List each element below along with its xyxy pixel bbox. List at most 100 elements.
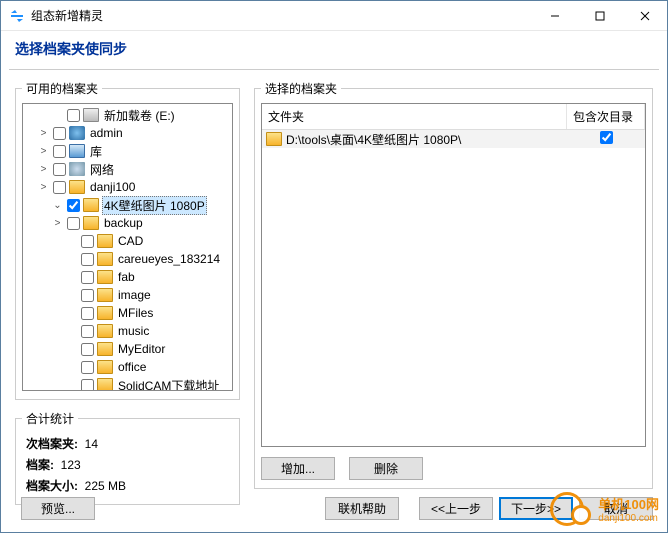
tree-item-label: fab [116,270,137,284]
wizard-header: 选择档案夹使同步 [1,31,667,69]
folder-icon [69,162,85,176]
folder-icon [97,252,113,266]
tree-item[interactable]: SolidCAM下载地址 [23,376,232,391]
tree-item[interactable]: careueyes_183214 [23,250,232,268]
expand-icon[interactable]: > [37,164,50,175]
tree-item-label: 4K壁纸图片 1080P [102,196,207,215]
tree-checkbox[interactable] [81,361,94,374]
tree-item[interactable]: > backup [23,214,232,232]
selected-folders-panel: 选择的档案夹 文件夹 包含次目录 D:\tools\桌面\4K壁纸图片 1080… [254,80,653,489]
folder-tree[interactable]: 新加载卷 (E:)>admin>库>网络>danji100⌄4K壁纸图片 108… [22,103,233,391]
stat-size-value: 225 MB [85,479,126,493]
tree-item[interactable]: music [23,322,232,340]
expand-icon[interactable]: > [37,128,50,139]
folder-icon [97,288,113,302]
selected-folders-list[interactable]: 文件夹 包含次目录 D:\tools\桌面\4K壁纸图片 1080P\ [261,103,646,447]
tree-item-label: MFiles [116,306,155,320]
list-header: 文件夹 包含次目录 [262,104,645,130]
col-folder[interactable]: 文件夹 [262,104,567,129]
tree-item-label: 网络 [88,161,116,178]
tree-checkbox[interactable] [81,379,94,392]
folder-icon [83,108,99,122]
tree-item[interactable]: >库 [23,142,232,160]
expand-icon[interactable]: ⌄ [51,200,64,211]
stat-subfolders-value: 14 [85,437,98,451]
tree-item-label: 新加载卷 (E:) [102,107,177,124]
tree-item[interactable]: MyEditor [23,340,232,358]
cancel-button[interactable]: 取消 [579,497,653,520]
tree-checkbox[interactable] [81,271,94,284]
tree-checkbox[interactable] [81,343,94,356]
stat-size-label: 档案大小: [26,479,78,493]
list-row[interactable]: D:\tools\桌面\4K壁纸图片 1080P\ [262,130,645,148]
tree-item-label: danji100 [88,180,137,194]
preview-button[interactable]: 预览... [21,497,95,520]
selected-folders-legend: 选择的档案夹 [261,80,341,97]
tree-item[interactable]: CAD [23,232,232,250]
col-include[interactable]: 包含次目录 [567,104,645,129]
tree-item-label: careueyes_183214 [116,252,222,266]
tree-item-label: music [116,324,151,338]
minimize-button[interactable] [532,1,577,30]
expand-icon[interactable]: > [37,146,50,157]
folder-icon [266,132,282,146]
back-button[interactable]: <<上一步 [419,497,493,520]
remove-button[interactable]: 删除 [349,457,423,480]
tree-item-label: MyEditor [116,342,167,356]
next-button[interactable]: 下一步>> [499,497,573,520]
tree-item[interactable]: 新加载卷 (E:) [23,106,232,124]
tree-item[interactable]: > 网络 [23,160,232,178]
stats-panel: 合计统计 次档案夹: 14 档案: 123 档案大小: 225 MB [15,410,240,505]
tree-checkbox[interactable] [81,235,94,248]
folder-icon [83,216,99,230]
expand-icon[interactable]: > [51,218,64,229]
close-button[interactable] [622,1,667,30]
stat-subfolders-label: 次档案夹: [26,437,78,451]
tree-item[interactable]: ⌄ 4K壁纸图片 1080P [23,196,232,214]
stat-files-label: 档案: [26,458,54,472]
tree-checkbox[interactable] [67,217,80,230]
folder-icon [69,180,85,194]
expand-icon[interactable]: > [37,182,50,193]
list-row-path: D:\tools\桌面\4K壁纸图片 1080P\ [286,131,567,148]
add-button[interactable]: 增加... [261,457,335,480]
available-folders-legend: 可用的档案夹 [22,80,102,97]
help-button[interactable]: 联机帮助 [325,497,399,520]
tree-item-label: backup [102,216,145,230]
tree-checkbox[interactable] [67,109,80,122]
tree-item[interactable]: office [23,358,232,376]
tree-checkbox[interactable] [53,181,66,194]
tree-checkbox[interactable] [67,199,80,212]
tree-item[interactable]: > admin [23,124,232,142]
tree-item[interactable]: MFiles [23,304,232,322]
tree-checkbox[interactable] [81,289,94,302]
include-checkbox[interactable] [600,131,613,144]
folder-icon [69,144,85,158]
tree-checkbox[interactable] [81,253,94,266]
tree-item[interactable]: > danji100 [23,178,232,196]
page-title: 选择档案夹使同步 [15,39,653,59]
tree-checkbox[interactable] [53,145,66,158]
tree-item[interactable]: image [23,286,232,304]
tree-checkbox[interactable] [81,325,94,338]
titlebar: 组态新增精灵 [1,1,667,31]
folder-icon [97,360,113,374]
stat-files-value: 123 [61,458,81,472]
window-title: 组态新增精灵 [31,7,532,24]
folder-icon [69,126,85,140]
tree-item-label: image [116,288,153,302]
folder-icon [97,234,113,248]
folder-icon [97,342,113,356]
tree-item[interactable]: fab [23,268,232,286]
tree-checkbox[interactable] [81,307,94,320]
folder-icon [83,198,99,212]
folder-icon [97,270,113,284]
tree-item-label: 库 [88,143,104,160]
folder-icon [97,378,113,391]
tree-item-label: admin [88,126,125,140]
tree-item-label: office [116,360,148,374]
tree-checkbox[interactable] [53,127,66,140]
maximize-button[interactable] [577,1,622,30]
tree-checkbox[interactable] [53,163,66,176]
folder-icon [97,306,113,320]
